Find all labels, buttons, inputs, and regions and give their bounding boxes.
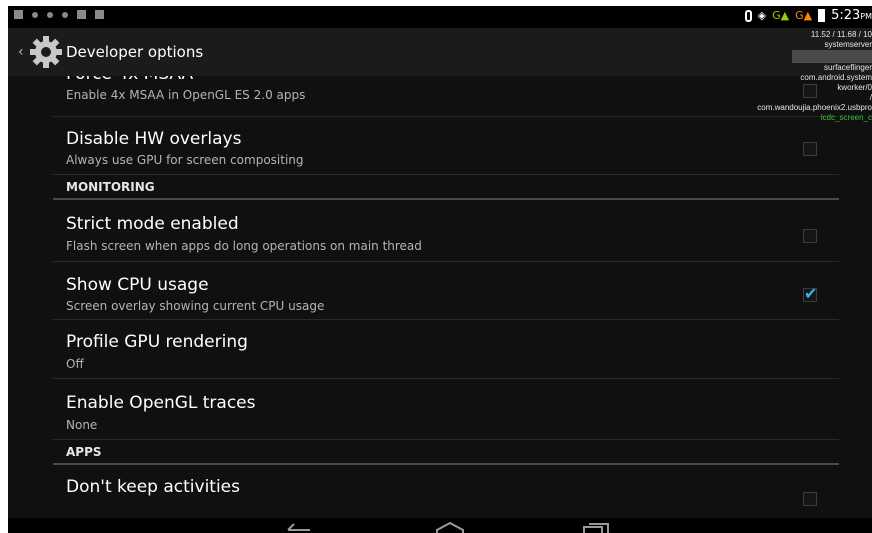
item-title: Enable OpenGL traces [66, 393, 256, 413]
home-icon[interactable] [434, 522, 466, 533]
item-title: Disable HW overlays [66, 129, 242, 149]
item-summary: Off [66, 357, 84, 371]
notification-icons [14, 10, 104, 19]
app-notification-icon [95, 10, 104, 19]
list-item-dont-keep-activities[interactable]: Don't keep activities [53, 465, 839, 521]
device-screen: ◈ G▲ G▲ 5:23PM ‹ Developer options Enabl… [8, 6, 872, 533]
item-title: Strict mode enabled [66, 214, 239, 234]
item-title: Don't keep activities [66, 477, 241, 497]
checkbox[interactable] [803, 492, 817, 506]
section-title: MONITORING [66, 180, 155, 194]
cpu-process: systemserver [824, 40, 872, 49]
cpu-process: com.android.system [800, 73, 872, 82]
item-summary: Flash screen when apps do long operation… [66, 239, 422, 253]
item-summary: Enable 4x MSAA in OpenGL ES 2.0 apps [66, 88, 306, 102]
list-item-disable-hw-overlays[interactable]: Disable HW overlays Always use GPU for s… [53, 117, 839, 175]
cpu-process: surfaceflinger [823, 63, 872, 72]
item-summary: Always use GPU for screen compositing [66, 153, 304, 167]
back-icon[interactable] [284, 522, 316, 533]
item-title: Force 4x MSAA [66, 76, 193, 84]
settings-list[interactable]: Force 4x MSAA Enable 4x MSAA in OpenGL E… [8, 76, 872, 521]
list-item-strict-mode[interactable]: Strict mode enabled Flash screen when ap… [53, 200, 839, 262]
cpu-usage-bar [722, 50, 872, 63]
page-title: Developer options [66, 43, 204, 61]
battery-icon [818, 9, 826, 22]
cpu-load: 11.52 / 11.68 / 10 [810, 30, 872, 39]
item-title: Profile GPU rendering [66, 332, 248, 352]
gallery-icon [77, 10, 86, 19]
check-icon: ✔ [804, 284, 818, 303]
cpu-process: lcdc_screen_c [820, 113, 872, 122]
list-item-enable-opengl-traces[interactable]: Enable OpenGL traces None [53, 379, 839, 440]
list-item-profile-gpu-rendering[interactable]: Profile GPU rendering Off [53, 320, 839, 379]
wifi-notification-icon [32, 11, 38, 18]
section-header-monitoring: MONITORING [53, 175, 839, 200]
up-caret-icon[interactable]: ‹ [18, 44, 24, 60]
cpu-process: com.wandoujia.phoenix2.usbpro [757, 103, 872, 112]
navigation-bar [8, 518, 872, 533]
signal-icon: G▲ [772, 9, 790, 22]
system-icons: ◈ G▲ G▲ 5:23PM [744, 8, 872, 23]
status-bar: ◈ G▲ G▲ 5:23PM [8, 6, 872, 28]
cpu-process: / [869, 93, 872, 102]
section-header-apps: APPS [53, 440, 839, 465]
wifi-icon: ◈ [757, 9, 767, 22]
notification-icon [14, 10, 23, 19]
checkbox[interactable] [803, 142, 817, 156]
checkbox[interactable] [803, 229, 817, 243]
usb-icon [47, 11, 53, 18]
bluetooth-icon [744, 9, 752, 22]
item-summary: Screen overlay showing current CPU usage [66, 299, 325, 313]
lock-icon [62, 11, 68, 18]
cpu-process: kworker/0 [837, 83, 872, 92]
item-title: Show CPU usage [66, 275, 209, 295]
list-item-show-cpu-usage[interactable]: Show CPU usage Screen overlay showing cu… [53, 262, 839, 320]
item-summary: None [66, 418, 98, 432]
gear-icon[interactable] [28, 34, 64, 70]
clock: 5:23PM [831, 8, 872, 23]
recent-apps-icon[interactable] [580, 522, 612, 533]
signal-icon-2: G▲ [795, 9, 813, 22]
cpu-usage-overlay: 11.52 / 11.68 / 10 systemserver surfacef… [722, 30, 872, 123]
checkbox-checked[interactable]: ✔ [803, 284, 817, 303]
section-title: APPS [66, 445, 102, 459]
